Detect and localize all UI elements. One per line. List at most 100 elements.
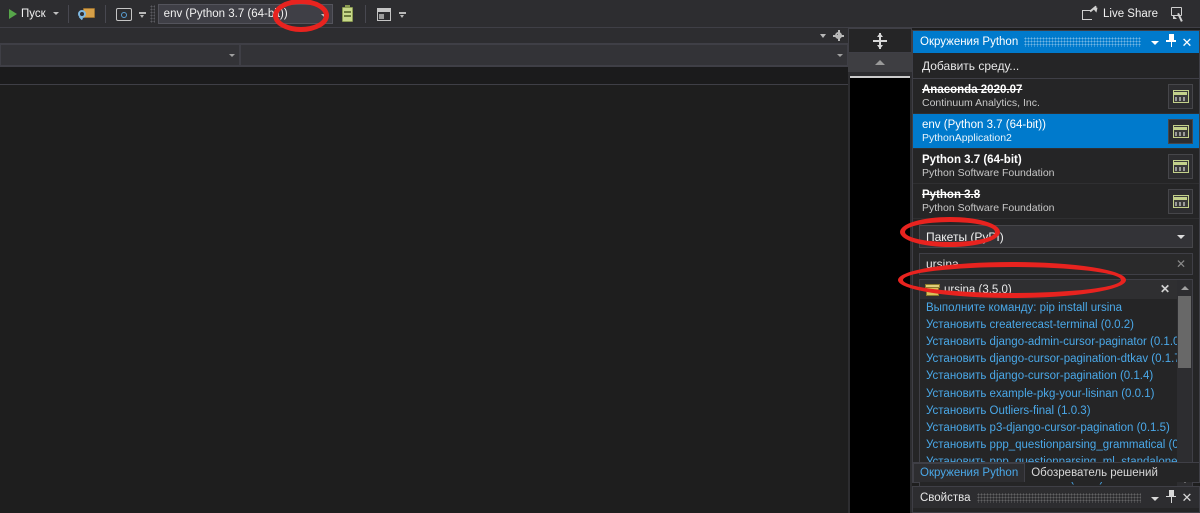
list-item[interactable]: Установить django-cursor-pagination (0.1… (920, 368, 1192, 385)
add-environment-link[interactable]: Добавить среду... (913, 53, 1199, 79)
screenshot-button[interactable] (111, 3, 137, 25)
interactive-window-icon (1172, 125, 1189, 138)
navigation-member-combo[interactable] (240, 44, 848, 66)
title-drag-dots[interactable] (976, 492, 1141, 503)
scroll-up-button[interactable] (848, 53, 912, 72)
environment-company: Python Software Foundation (922, 201, 1055, 214)
environment-name: Anaconda 2020.07 (922, 83, 1023, 96)
pin-icon (1166, 489, 1177, 503)
chevron-up-icon (875, 60, 885, 65)
close-window-button[interactable]: ✕ (1179, 491, 1195, 504)
tab-solution-explorer[interactable]: Обозреватель решений (1025, 463, 1164, 482)
chevron-down-icon[interactable] (820, 33, 826, 38)
toolbar-separator (104, 4, 106, 23)
pin-icon (1166, 34, 1177, 47)
open-interactive-window-button[interactable] (1168, 189, 1193, 214)
environment-list: Anaconda 2020.07 Continuum Analytics, In… (913, 79, 1199, 219)
interactive-window-icon (1172, 195, 1189, 208)
gear-icon[interactable] (833, 30, 844, 41)
toolbar-separator (364, 4, 366, 23)
environment-row-python37[interactable]: Python 3.7 (64-bit) Python Software Foun… (913, 149, 1199, 184)
list-item[interactable]: Установить createrecast-terminal (0.0.2) (920, 316, 1192, 333)
pin-window-button[interactable] (1163, 489, 1179, 506)
close-window-button[interactable]: ✕ (1179, 36, 1195, 49)
tool-window-tabs: Окружения Python Обозреватель решений (913, 462, 1199, 482)
editor-first-line (0, 67, 848, 85)
package-result-header[interactable]: ursina (3.5.0) ✕ (920, 280, 1192, 299)
debug-toolbar-group: Пуск env (Python 3.7 (64-bit)) (0, 0, 407, 27)
python-environments-title: Окружения Python (920, 36, 1019, 48)
package-source-value: Пакеты (PyPI) (926, 229, 1004, 244)
environment-name: Python 3.7 (64-bit) (922, 153, 1022, 166)
live-share-label: Live Share (1103, 7, 1158, 20)
editor-region (0, 28, 848, 513)
visual-studio-window: Пуск env (Python 3.7 (64-bit)) Live Shar… (0, 0, 1200, 513)
list-item[interactable]: Установить p3-django-cursor-pagination (… (920, 419, 1192, 436)
results-scrollbar[interactable] (1177, 280, 1192, 488)
scroll-up-button[interactable] (1177, 280, 1192, 295)
python-environments-tool-window: Окружения Python ✕ Добавить среду... Ana… (912, 30, 1200, 489)
environment-row-env37[interactable]: env (Python 3.7 (64-bit)) PythonApplicat… (913, 114, 1199, 149)
open-interactive-window-button[interactable] (1168, 84, 1193, 109)
add-environment-label: Добавить среду... (922, 58, 1020, 73)
tab-label: Окружения Python (920, 467, 1019, 479)
package-result-name: ursina (3.5.0) (944, 283, 1012, 296)
python-environments-title-bar: Окружения Python ✕ (913, 31, 1199, 53)
chevron-down-icon (229, 54, 235, 57)
environment-row-anaconda[interactable]: Anaconda 2020.07 Continuum Analytics, In… (913, 79, 1199, 114)
interactive-window-icon (1172, 90, 1189, 103)
overflow-dropdown-icon[interactable] (398, 5, 407, 23)
document-outline-bar (0, 28, 848, 44)
chevron-down-icon[interactable] (52, 12, 59, 15)
play-icon (9, 8, 17, 19)
list-item[interactable]: Установить ppp_questionparsing_grammatic… (920, 437, 1192, 454)
package-result-list: Выполните команду: pip install ursina Ус… (920, 299, 1192, 488)
send-feedback-button[interactable] (1165, 3, 1191, 25)
chevron-down-icon (1151, 496, 1159, 501)
window-menu-button[interactable] (1147, 36, 1163, 48)
search-folder-button[interactable] (74, 3, 100, 25)
interactive-window-icon (1172, 160, 1189, 173)
properties-title-bar: Свойства ✕ (913, 487, 1199, 508)
pin-window-button[interactable] (1163, 34, 1179, 50)
startup-project-combo[interactable]: env (Python 3.7 (64-bit)) (157, 3, 333, 24)
dismiss-result-icon[interactable]: ✕ (1160, 282, 1170, 296)
screenshot-icon (115, 5, 133, 23)
tab-python-environments[interactable]: Окружения Python (913, 463, 1026, 482)
tab-label: Обозреватель решений (1031, 466, 1158, 479)
list-item[interactable]: Установить django-cursor-pagination-dtka… (920, 351, 1192, 368)
send-feedback-icon (1169, 5, 1187, 23)
start-debug-button[interactable]: Пуск (1, 3, 63, 25)
open-interactive-window-button[interactable] (1168, 154, 1193, 179)
window-menu-button[interactable] (1147, 492, 1163, 504)
overflow-dropdown-icon[interactable] (138, 5, 147, 23)
editor-scroll-map-column (848, 28, 912, 513)
chevron-down-icon (320, 13, 327, 17)
window-layout-button[interactable] (371, 3, 397, 25)
editor-navigation-bars (0, 44, 848, 66)
attach-to-process-button[interactable] (334, 3, 360, 25)
clear-search-icon[interactable]: ✕ (1176, 257, 1186, 271)
properties-tool-window: Свойства ✕ (912, 486, 1200, 513)
split-view-button[interactable] (848, 28, 912, 53)
open-interactive-window-button[interactable] (1168, 119, 1193, 144)
live-share-button[interactable]: Live Share (1076, 3, 1164, 25)
list-item[interactable]: Установить django-admin-cursor-paginator… (920, 333, 1192, 350)
window-layout-icon (375, 5, 393, 23)
package-search-input[interactable]: ursina ✕ (919, 253, 1193, 275)
editor-text-area[interactable] (0, 66, 848, 513)
navigation-type-combo[interactable] (0, 44, 240, 66)
package-search-results: ursina (3.5.0) ✕ Выполните команду: pip … (919, 279, 1193, 489)
title-drag-dots[interactable] (1024, 37, 1141, 47)
scrollbar-thumb[interactable] (1178, 296, 1191, 368)
package-source-combo[interactable]: Пакеты (PyPI) (919, 225, 1193, 248)
package-search-value: ursina (926, 257, 959, 271)
list-item[interactable]: Выполните команду: pip install ursina (920, 299, 1192, 316)
environment-row-python38[interactable]: Python 3.8 Python Software Foundation (913, 184, 1199, 219)
chevron-down-icon (1177, 235, 1185, 239)
live-share-icon (1082, 4, 1100, 22)
toolbar-grip[interactable] (149, 4, 155, 23)
scrollbar-map-track[interactable] (850, 76, 910, 513)
list-item[interactable]: Установить example-pkg-your-lisinan (0.0… (920, 385, 1192, 402)
list-item[interactable]: Установить Outliers-final (1.0.3) (920, 402, 1192, 419)
